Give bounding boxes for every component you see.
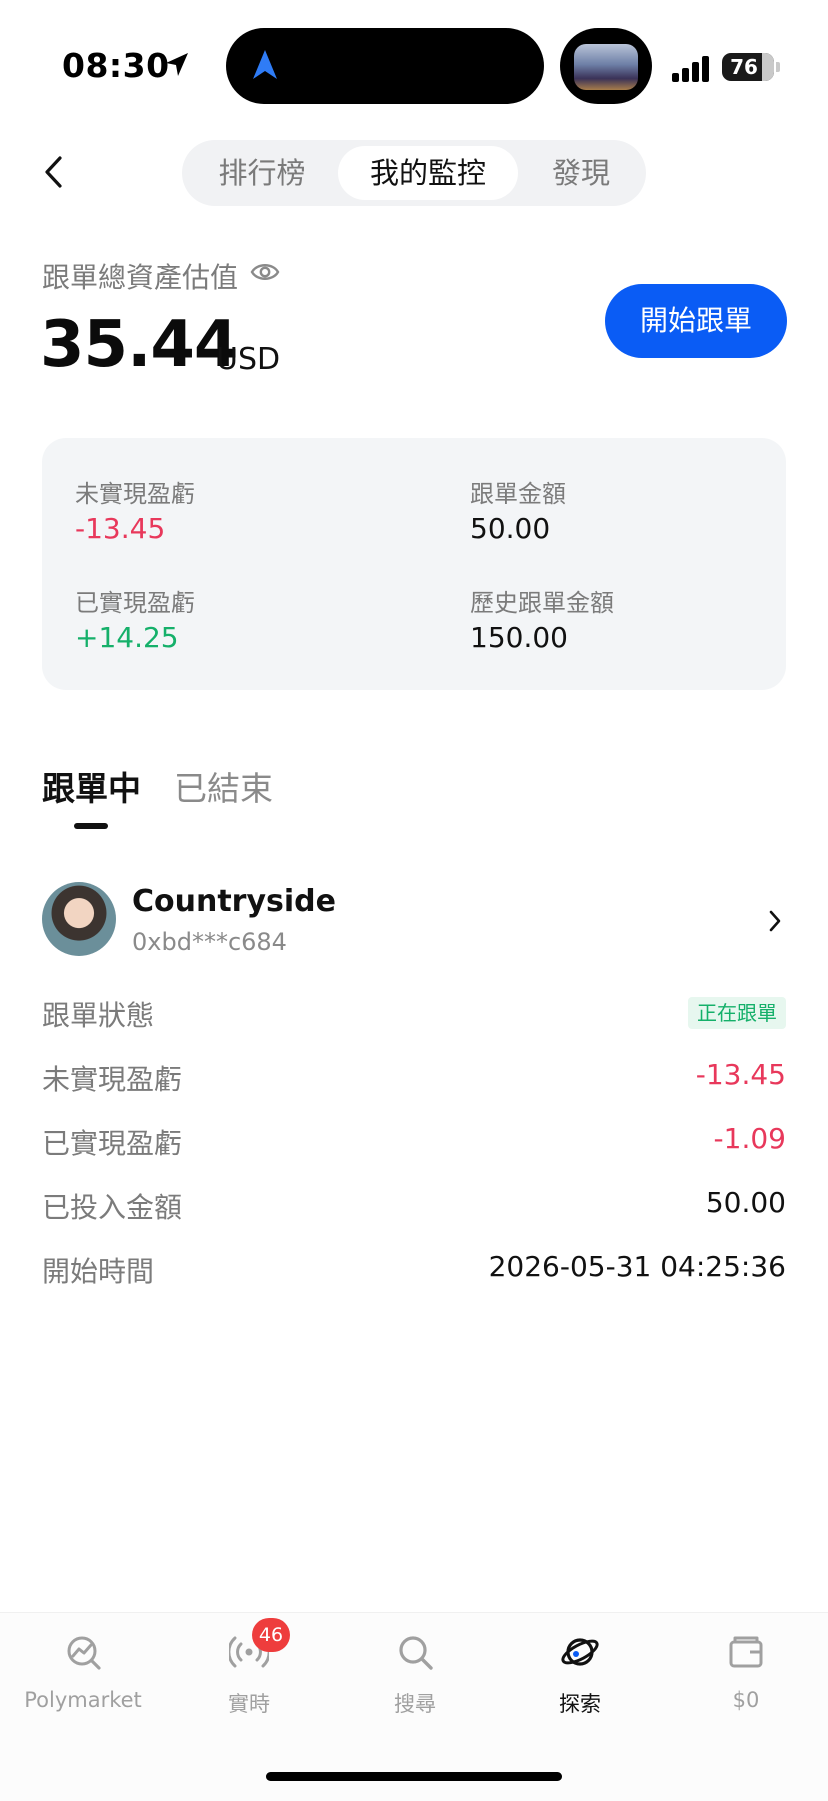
start-time-value: 2026-05-31 04:25:36 (488, 1250, 786, 1283)
live-count-badge: 46 (252, 1618, 290, 1652)
nav-live[interactable]: 實時 (179, 1632, 319, 1732)
trader-realized-label: 已實現盈虧 (42, 1127, 183, 1160)
trader-unrealized-value: -13.45 (695, 1058, 786, 1091)
history-amount-value: 150.00 (470, 621, 568, 654)
realized-pnl-value: +14.25 (75, 621, 179, 654)
unrealized-pnl-label: 未實現盈虧 (75, 480, 195, 508)
chevron-right-icon[interactable] (766, 908, 784, 934)
location-arrow-icon (166, 53, 188, 76)
back-chevron-icon[interactable] (38, 152, 70, 192)
invested-amount-value: 50.00 (705, 1186, 786, 1219)
tab-indicator (74, 823, 108, 829)
search-icon (399, 1636, 433, 1670)
trader-realized-value: -1.09 (713, 1122, 786, 1155)
eye-icon[interactable] (250, 259, 280, 285)
nav-label-polymarket: Polymarket (24, 1688, 142, 1712)
total-assets-unit: USD (216, 342, 281, 377)
history-amount-label: 歷史跟單金額 (470, 589, 614, 617)
trader-unrealized-label: 未實現盈虧 (42, 1063, 183, 1096)
tab-following[interactable]: 跟單中 (42, 762, 141, 810)
tab-ended[interactable]: 已結束 (174, 762, 273, 810)
nav-search[interactable]: 搜尋 (345, 1632, 485, 1732)
battery-level: 76 (730, 55, 758, 79)
trader-name[interactable]: Countryside (132, 884, 336, 919)
home-indicator (266, 1772, 562, 1781)
status-time: 08:30 (62, 46, 170, 85)
avatar[interactable] (42, 882, 116, 956)
cellular-signal-icon (672, 56, 709, 82)
follow-status-label: 跟單狀態 (42, 999, 155, 1032)
unrealized-pnl-value: -13.45 (75, 512, 166, 545)
nav-label-live: 實時 (228, 1692, 270, 1716)
follow-amount-value: 50.00 (470, 512, 551, 545)
navigation-arrow-icon (253, 50, 277, 79)
tab-my-monitoring[interactable]: 我的監控 (338, 140, 518, 206)
trader-address: 0xbd***c684 (132, 928, 287, 956)
planet-icon (561, 1638, 599, 1666)
total-assets-label: 跟單總資產估值 (42, 261, 239, 294)
polymarket-icon (67, 1636, 101, 1670)
battery-nub (776, 62, 780, 72)
thumbnail-image (574, 44, 638, 90)
wallet-icon (729, 1636, 763, 1668)
status-badge: 正在跟單 (688, 997, 786, 1029)
total-assets-value: 35.44 (40, 308, 238, 382)
realized-pnl-label: 已實現盈虧 (75, 589, 195, 617)
start-time-label: 開始時間 (42, 1255, 155, 1288)
start-copy-trading-button[interactable]: 開始跟單 (605, 284, 787, 358)
nav-explore[interactable]: 探索 (510, 1632, 650, 1732)
tab-discover[interactable]: 發現 (520, 140, 642, 206)
nav-label-explore: 探索 (559, 1692, 601, 1716)
nav-wallet[interactable]: $0 (676, 1632, 816, 1732)
follow-amount-label: 跟單金額 (470, 480, 566, 508)
nav-polymarket[interactable]: Polymarket (13, 1632, 153, 1732)
invested-amount-label: 已投入金額 (42, 1191, 183, 1224)
tab-leaderboard[interactable]: 排行榜 (200, 140, 324, 206)
nav-label-search: 搜尋 (394, 1692, 436, 1716)
nav-label-wallet: $0 (732, 1688, 760, 1712)
